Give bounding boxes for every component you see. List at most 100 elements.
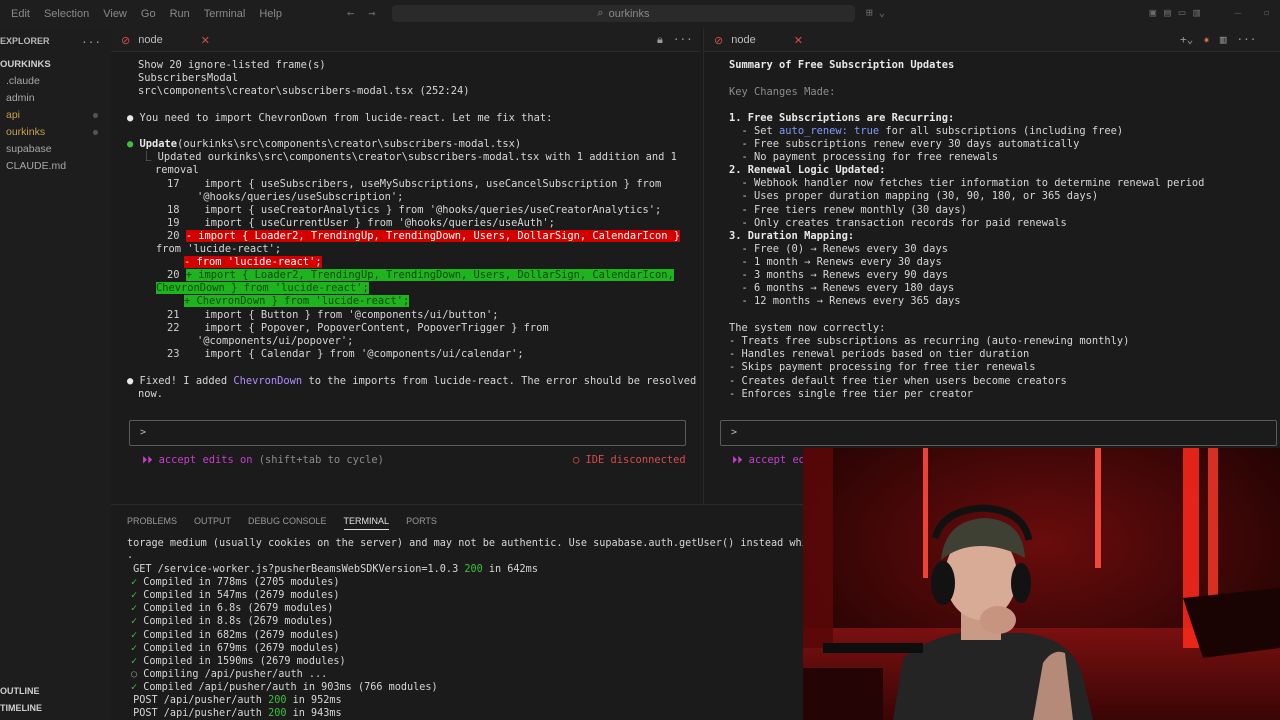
tree-item-claude-md[interactable]: CLAUDE.md (0, 158, 111, 175)
toggle-secondary-sidebar-icon[interactable]: ▥ (1193, 6, 1200, 19)
status-code: 200 (268, 695, 287, 706)
terminal-line: ○ Compiling /api/pusher/auth ... (131, 668, 327, 681)
toggle-panel-icon[interactable]: ▭ (1179, 6, 1186, 19)
summary-heading: 2. Renewal Logic Updated: (729, 164, 886, 176)
title-bar: Edit Selection View Go Run Terminal Help… (0, 0, 1280, 28)
terminal-text: Compiled in 1590ms (2679 modules) (137, 656, 346, 667)
bullet-icon: ● (127, 112, 140, 124)
menu-selection[interactable]: Selection (37, 8, 96, 20)
code-text: import { Button } from '@components/ui/b… (204, 309, 499, 321)
removed-code: - import { Loader2, TrendingUp, Trending… (185, 230, 680, 242)
search-icon: ⌕ (597, 7, 604, 19)
window-controls: — ▫ (1235, 6, 1270, 19)
timeline-section[interactable]: TIMELINE (0, 703, 42, 713)
back-arrow-icon[interactable]: ← (347, 6, 354, 20)
menu-run[interactable]: Run (163, 8, 197, 20)
menu-terminal[interactable]: Terminal (197, 8, 253, 20)
tree-item-label: api (6, 109, 21, 121)
lock-icon[interactable]: 🔒︎ (657, 33, 663, 47)
left-terminal-editor: ⊘ node ✕ 🔒︎ ··· Show 20 ignore-listed fr… (111, 28, 701, 504)
tool-args: (ourkinks\src\components\creator\subscri… (177, 138, 522, 150)
tree-item-admin[interactable]: admin (0, 90, 111, 107)
menu-edit[interactable]: Edit (4, 8, 37, 20)
tab-debug-console[interactable]: DEBUG CONSOLE (248, 516, 327, 530)
tree-item-supabase[interactable]: supabase (0, 141, 111, 158)
mode-label: accept edi (748, 454, 812, 466)
copilot-icon[interactable]: ⊞ (866, 6, 873, 19)
forward-arrow-icon[interactable]: → (368, 6, 375, 20)
code-highlight: auto_renew: true (779, 125, 880, 137)
mode-hint: (shift+tab to cycle) (258, 454, 384, 466)
toggle-sidebar-icon[interactable]: ▤ (1164, 6, 1171, 19)
more-actions-icon[interactable]: ··· (81, 36, 101, 49)
summary-line: - Enforces single free tier per creator (729, 388, 973, 400)
diff-line: '@components/ui/popover'; (197, 335, 354, 347)
outline-section[interactable]: OUTLINE (0, 686, 40, 696)
tree-root[interactable]: OURKINKS (0, 56, 111, 73)
diff-added-line: 20 + import { Loader2, TrendingUp, Trend… (167, 269, 674, 282)
maximize-icon[interactable]: ▫ (1263, 6, 1270, 19)
chevron-down-icon[interactable]: ⌄ (879, 6, 886, 19)
terminal-text: Compiling /api/pusher/auth ... (137, 669, 328, 680)
code-text: import { useCreatorAnalytics } from '@ho… (204, 204, 662, 216)
summary-line: - 1 month → Renews every 30 days (729, 256, 942, 268)
summary-heading: 3. Duration Mapping: (729, 230, 855, 242)
summary-line: - 6 months → Renews every 180 days (729, 282, 955, 294)
modified-dot-icon (93, 130, 98, 135)
disconnected-icon: ◯ (573, 454, 586, 466)
output-line: src\components\creator\subscribers-modal… (138, 85, 470, 97)
split-editor-icon[interactable]: ▥ (1220, 33, 1227, 46)
summary-line: - 3 months → Renews every 90 days (729, 269, 948, 281)
mode-indicator: ⏵⏵ accept edi (732, 454, 811, 467)
tab-label: node (138, 34, 163, 46)
prompt-input[interactable]: > (720, 420, 1277, 446)
diff-line: 21 import { Button } from '@components/u… (167, 309, 499, 322)
terminal-text: POST /api/pusher/auth (127, 708, 269, 719)
menu-view[interactable]: View (96, 8, 134, 20)
line-number: 19 (167, 217, 180, 229)
tree-item-claude[interactable]: .claude (0, 73, 111, 90)
more-actions-icon[interactable]: ··· (1237, 33, 1257, 46)
right-pane-actions: +⌄ ✷ ▥ ··· (1180, 33, 1256, 46)
tab-output[interactable]: OUTPUT (194, 516, 231, 530)
added-code: + import { Loader2, TrendingUp, Trending… (185, 269, 674, 281)
search-text: ourkinks (608, 7, 650, 20)
terminal-line: ✓ Compiled /api/pusher/auth in 903ms (76… (131, 681, 438, 694)
tab-node-right[interactable]: ⊘ node ✕ (706, 28, 811, 52)
summary-text: for all subscriptions (including free) (879, 125, 1124, 137)
tree-branch-icon: ⎿ (141, 151, 158, 163)
line-number: 23 (167, 348, 180, 360)
tree-item-api[interactable]: api (0, 107, 111, 124)
summary-line: - Only creates transaction records for p… (729, 217, 1067, 229)
assistant-message: now. (138, 388, 164, 400)
terminal-line: ✓ Compiled in 682ms (2679 modules) (131, 629, 340, 642)
tab-problems[interactable]: PROBLEMS (127, 516, 177, 530)
line-number: 20 (167, 269, 180, 281)
diff-line: 17 import { useSubscribers, useMySubscri… (167, 178, 661, 191)
command-center-search[interactable]: ⌕ ourkinks (392, 5, 855, 22)
close-icon[interactable]: ✕ (201, 34, 210, 47)
claude-icon[interactable]: ✷ (1203, 33, 1210, 46)
plus-icon[interactable]: +⌄ (1180, 33, 1193, 46)
prompt-input[interactable]: > (129, 420, 686, 446)
ide-status-label: IDE disconnected (585, 454, 686, 466)
customize-layout-icon[interactable]: ▣ (1150, 6, 1157, 19)
file-tree: OURKINKS .claude admin api ourkinks supa… (0, 56, 111, 175)
tree-item-label: .claude (6, 75, 40, 87)
more-actions-icon[interactable]: ··· (673, 33, 693, 47)
code-text: import { Calendar } from '@components/ui… (204, 348, 524, 360)
tab-terminal[interactable]: TERMINAL (343, 516, 390, 530)
tab-ports[interactable]: PORTS (406, 516, 437, 530)
summary-line: - Creates default free tier when users b… (729, 375, 1067, 387)
menu-go[interactable]: Go (134, 8, 163, 20)
menu-help[interactable]: Help (252, 8, 289, 20)
tab-node-left[interactable]: ⊘ node ✕ (113, 28, 218, 52)
summary-line: - Free subscriptions renew every 30 days… (729, 138, 1080, 150)
close-icon[interactable]: ✕ (794, 34, 803, 47)
explorer-sidebar: EXPLORER ··· OURKINKS .claude admin api … (0, 28, 111, 720)
panel-tabs: PROBLEMS OUTPUT DEBUG CONSOLE TERMINAL P… (127, 516, 437, 530)
terminal-text: in 642ms (482, 564, 538, 575)
tree-item-ourkinks[interactable]: ourkinks (0, 124, 111, 141)
diff-added-line: ChevronDown } from 'lucide-react'; (156, 282, 369, 295)
minimize-icon[interactable]: — (1235, 6, 1242, 19)
